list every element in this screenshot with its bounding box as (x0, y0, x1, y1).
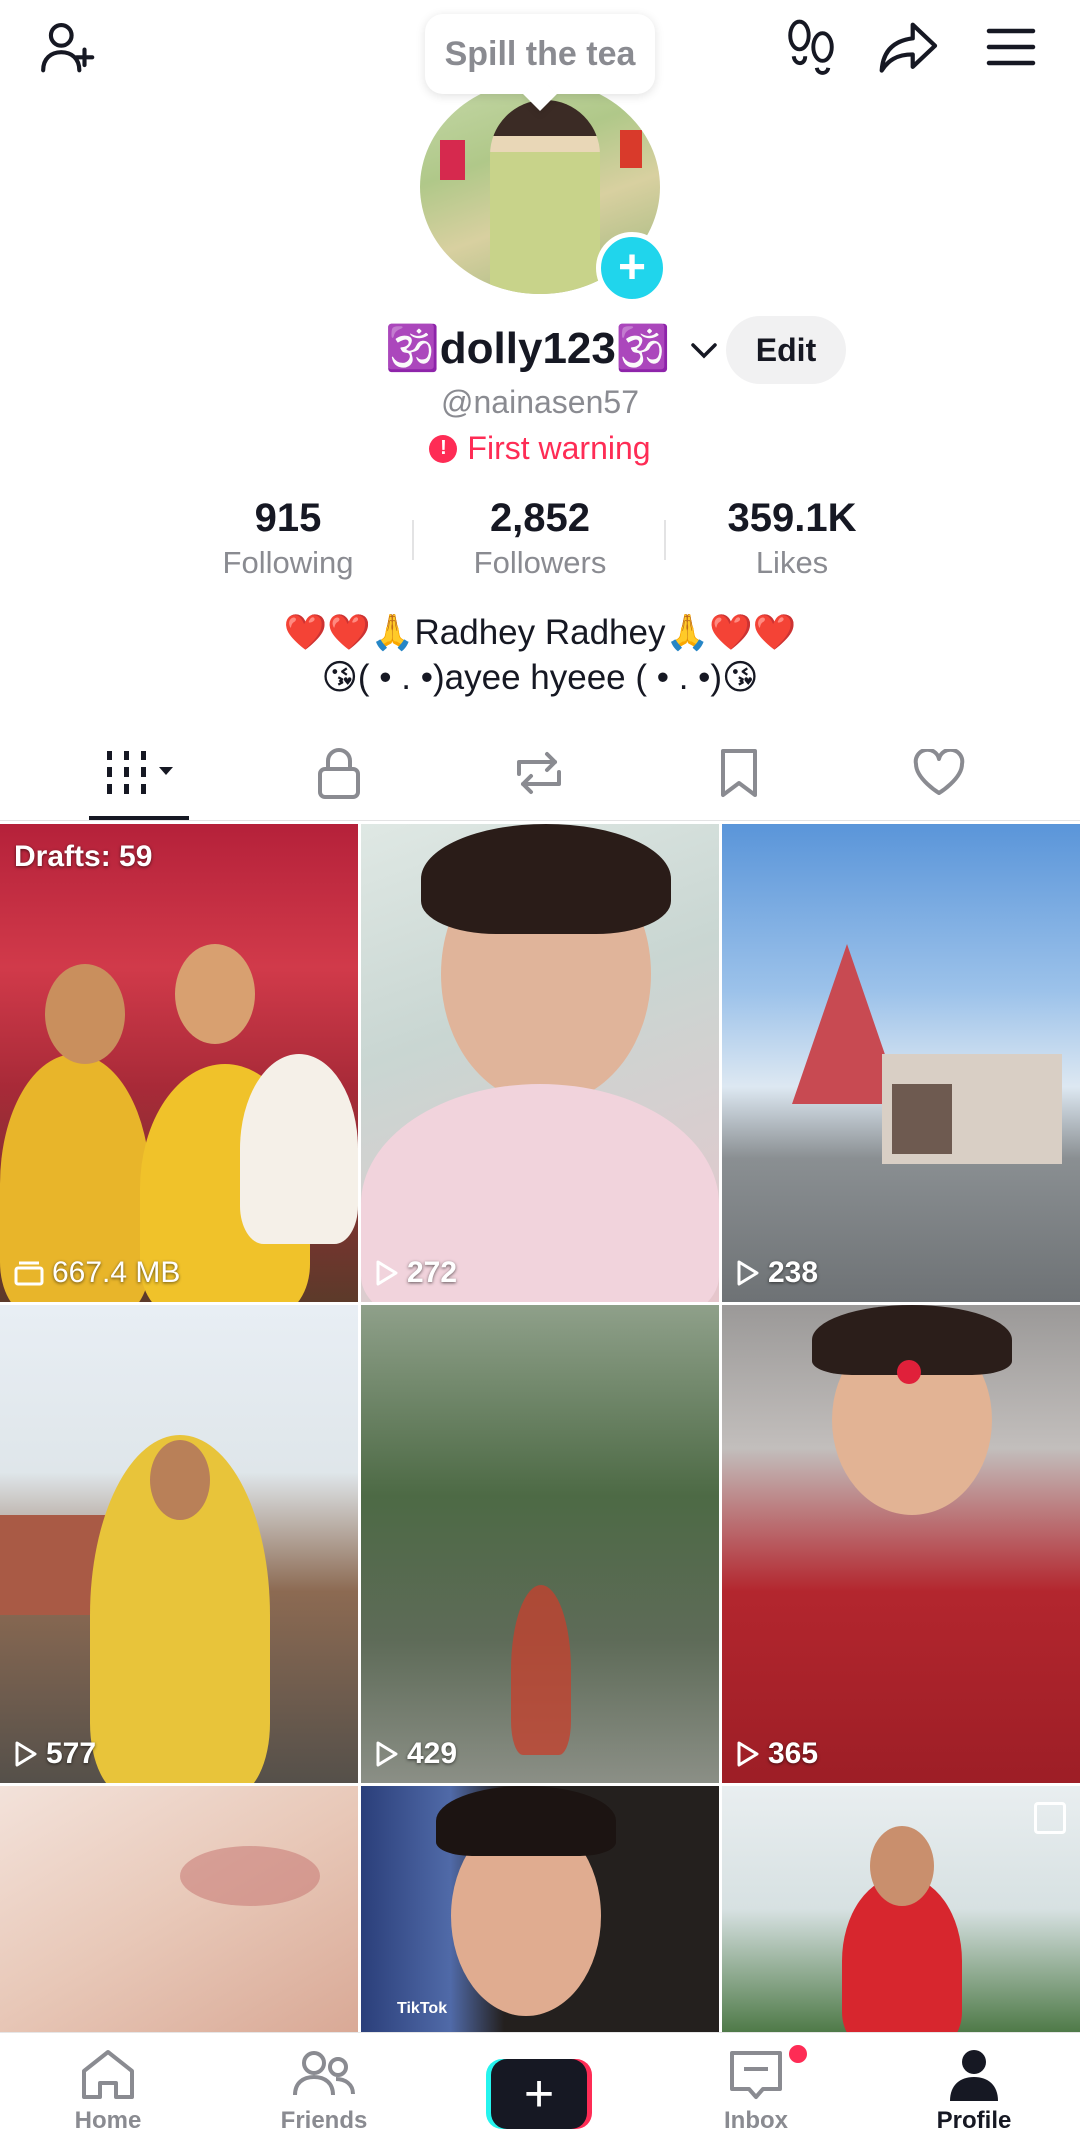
stat-label: Following (222, 545, 354, 580)
stat-followers[interactable]: 2,852 Followers (430, 496, 650, 581)
tile-label: 238 (768, 1256, 819, 1289)
drafts-folder-icon (14, 1261, 44, 1286)
warning-icon: ! (429, 434, 458, 463)
add-friend-icon[interactable] (34, 12, 104, 82)
divider (664, 520, 666, 560)
chevron-down-icon (691, 343, 717, 359)
nav-label: Home (74, 2107, 142, 2134)
tile-label: 577 (46, 1737, 97, 1770)
tile-stat: 667.4 MB (14, 1256, 180, 1290)
videos-grid-icon (107, 751, 173, 794)
create-button[interactable]: + (486, 2059, 592, 2129)
note-bubble-text: Spill the tea (444, 34, 636, 73)
video-tile[interactable]: 365 (722, 1305, 1080, 1783)
stat-value: 915 (254, 496, 322, 540)
stat-value: 359.1K (727, 496, 857, 540)
tiktok-watermark: TikTok (397, 2000, 448, 2017)
tile-stat: 577 (14, 1737, 96, 1771)
video-tile[interactable]: 272 (361, 824, 719, 1302)
nav-label: Inbox (724, 2107, 788, 2134)
plus-icon: + (491, 2059, 587, 2129)
stat-label: Followers (473, 545, 607, 580)
name-row: 🕉️dolly123🕉️ Edit (0, 316, 1080, 386)
tab-reposts[interactable] (494, 738, 584, 808)
display-name: 🕉️dolly123🕉️ (385, 324, 671, 373)
footprints-icon[interactable] (776, 12, 846, 82)
stat-value: 2,852 (489, 496, 591, 540)
tab-liked[interactable] (894, 738, 984, 808)
bio-line-2: 😘( • . •)ayee hyeee ( • . •)😘 (321, 658, 759, 697)
display-name-switcher[interactable]: 🕉️dolly123🕉️ (385, 322, 719, 374)
inbox-notification-dot (786, 2042, 810, 2066)
private-lock-icon (318, 748, 360, 799)
tab-favorites[interactable] (694, 738, 784, 808)
video-tile[interactable]: 429 (361, 1305, 719, 1783)
bottom-navigation: Home Friends + Inbox Profile (0, 2032, 1080, 2149)
warning-text: First warning (467, 430, 651, 466)
tile-stat: 429 (375, 1737, 457, 1771)
account-warning[interactable]: ! First warning (0, 430, 1080, 467)
play-icon (376, 1260, 398, 1286)
tab-videos[interactable] (94, 738, 184, 808)
reposts-icon (517, 752, 561, 794)
tile-label: 667.4 MB (52, 1256, 181, 1289)
divider (412, 520, 414, 560)
friends-icon (293, 2051, 355, 2096)
draft-tile[interactable]: Drafts: 59 667.4 MB (0, 824, 358, 1302)
play-icon (737, 1741, 759, 1767)
bio-line-1: ❤️❤️🙏Radhey Radhey🙏❤️❤️ (283, 613, 797, 652)
video-tile[interactable] (0, 1786, 358, 2032)
video-tile[interactable] (722, 1786, 1080, 2032)
edit-profile-button[interactable]: Edit (726, 316, 846, 384)
add-story-plus-icon[interactable]: + (596, 232, 668, 304)
stat-label: Likes (755, 545, 829, 580)
menu-icon[interactable] (976, 12, 1046, 82)
nav-label: Friends (280, 2107, 368, 2134)
profile-tabs (0, 728, 1080, 821)
tile-stat: 365 (736, 1737, 818, 1771)
nav-friends[interactable]: Friends (254, 2047, 394, 2135)
tile-label: 365 (768, 1737, 819, 1770)
multi-photo-icon (1034, 1802, 1066, 1834)
tile-stat: 272 (375, 1256, 457, 1290)
play-icon (376, 1741, 398, 1767)
profile-icon (950, 2050, 998, 2101)
video-tile[interactable]: TikTok (361, 1786, 719, 2032)
share-icon[interactable] (874, 12, 944, 82)
tile-label: 272 (407, 1256, 458, 1289)
tab-private[interactable] (294, 738, 384, 808)
favorites-bookmark-icon (721, 749, 757, 797)
stat-following[interactable]: 915 Following (178, 496, 398, 581)
video-tile[interactable]: 577 (0, 1305, 358, 1783)
note-bubble[interactable]: Spill the tea (425, 14, 655, 94)
home-icon (82, 2050, 134, 2099)
video-tile[interactable]: 238 (722, 824, 1080, 1302)
play-icon (15, 1741, 37, 1767)
nav-home[interactable]: Home (38, 2047, 178, 2135)
nav-profile[interactable]: Profile (904, 2047, 1044, 2135)
liked-heart-icon (913, 749, 965, 795)
play-icon (737, 1260, 759, 1286)
active-tab-indicator (89, 816, 189, 820)
nav-label: Profile (936, 2107, 1012, 2134)
drafts-count: Drafts: 59 (14, 840, 153, 873)
stat-likes[interactable]: 359.1K Likes (682, 496, 902, 581)
tile-label: 429 (407, 1737, 458, 1770)
inbox-icon (730, 2051, 782, 2099)
tile-stat: 238 (736, 1256, 818, 1290)
username-handle: @nainasen57 (441, 384, 639, 420)
